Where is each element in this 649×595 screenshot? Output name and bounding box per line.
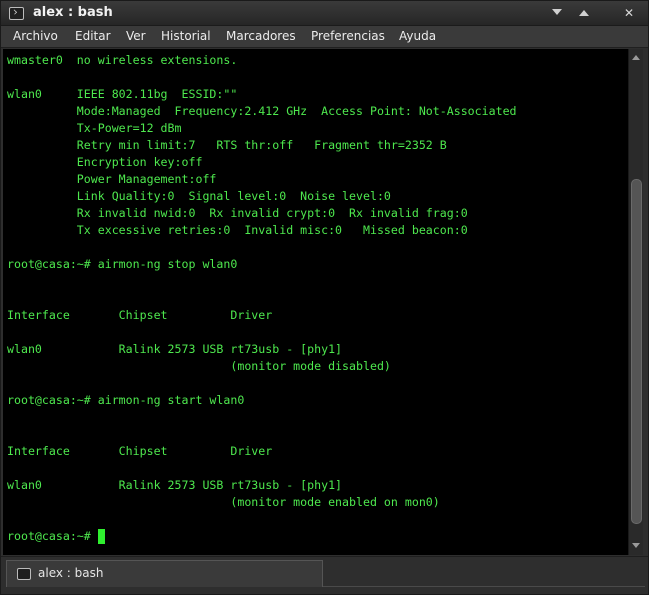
terminal-line: Mode:Managed Frequency:2.412 GHz Access … <box>7 104 517 118</box>
terminal-tab-icon <box>17 568 31 580</box>
terminal-cursor <box>98 529 105 544</box>
terminal-line: wmaster0 no wireless extensions. <box>7 53 238 67</box>
minimize-icon <box>551 9 563 16</box>
terminal-line: Retry min limit:7 RTS thr:off Fragment t… <box>7 138 447 152</box>
terminal-line: Interface Chipset Driver <box>7 444 273 458</box>
scroll-down-arrow-icon[interactable] <box>631 541 642 551</box>
minimize-button[interactable] <box>548 5 566 22</box>
menu-ayuda[interactable]: Ayuda <box>399 29 436 43</box>
terminal-line: Interface Chipset Driver <box>7 308 273 322</box>
menu-marcadores[interactable]: Marcadores <box>226 29 296 43</box>
terminal-prompt-line: root@casa:~# <box>7 529 98 543</box>
terminal-line: Tx excessive retries:0 Invalid misc:0 Mi… <box>7 223 468 237</box>
menu-editar[interactable]: Editar <box>75 29 111 43</box>
window-title: alex : bash <box>33 5 113 20</box>
tab-label: alex : bash <box>38 566 104 580</box>
terminal-line: root@casa:~# airmon-ng start wlan0 <box>7 393 245 407</box>
terminal-line: wlan0 IEEE 802.11bg ESSID:"" <box>7 87 238 101</box>
close-icon: ✕ <box>623 6 635 20</box>
terminal-window: alex : bash ✕ Archivo Editar Ver Histori… <box>0 0 649 595</box>
terminal-line: Encryption key:off <box>7 155 203 169</box>
terminal-app-icon[interactable] <box>9 7 24 20</box>
tab-bar-empty-area <box>323 560 645 587</box>
terminal-line: Power Management:off <box>7 172 217 186</box>
terminal-line: wlan0 Ralink 2573 USB rt73usb - [phy1] <box>7 478 343 492</box>
terminal-output[interactable]: wmaster0 no wireless extensions. wlan0 I… <box>3 49 628 555</box>
menu-archivo[interactable]: Archivo <box>13 29 58 43</box>
terminal-line: Tx-Power=12 dBm <box>7 121 182 135</box>
maximize-button[interactable] <box>575 5 593 22</box>
scrollbar-thumb[interactable] <box>631 179 642 524</box>
menu-bar: Archivo Editar Ver Historial Marcadores … <box>1 26 648 48</box>
menu-preferencias[interactable]: Preferencias <box>311 29 385 43</box>
terminal-line: Link Quality:0 Signal level:0 Noise leve… <box>7 189 391 203</box>
title-bar[interactable]: alex : bash ✕ <box>1 1 648 26</box>
maximize-icon <box>578 10 590 17</box>
terminal-line: wlan0 Ralink 2573 USB rt73usb - [phy1] <box>7 342 343 356</box>
close-button[interactable]: ✕ <box>620 5 638 22</box>
scroll-up-arrow-icon[interactable] <box>631 53 642 63</box>
terminal-line: root@casa:~# airmon-ng stop wlan0 <box>7 257 238 271</box>
terminal-line: Rx invalid nwid:0 Rx invalid crypt:0 Rx … <box>7 206 468 220</box>
tab-bar: alex : bash <box>1 556 648 594</box>
terminal-line: (monitor mode enabled on mon0) <box>7 495 440 509</box>
menu-ver[interactable]: Ver <box>126 29 146 43</box>
tab-alex-bash[interactable]: alex : bash <box>6 560 323 587</box>
vertical-scrollbar[interactable] <box>628 49 643 555</box>
menu-historial[interactable]: Historial <box>161 29 211 43</box>
terminal-line: (monitor mode disabled) <box>7 359 391 373</box>
